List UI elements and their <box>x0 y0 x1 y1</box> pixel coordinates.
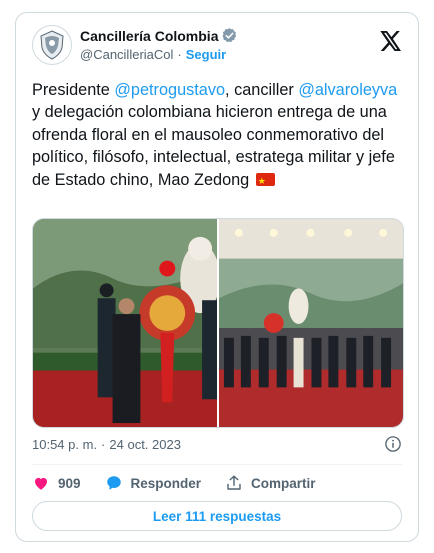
account-handle[interactable]: @CancilleriaCol <box>80 47 173 62</box>
account-name[interactable]: Cancillería Colombia <box>80 28 218 44</box>
follow-button[interactable]: Seguir <box>186 47 226 62</box>
share-button[interactable]: Compartir <box>225 474 316 492</box>
like-count: 909 <box>58 475 81 491</box>
verified-icon <box>223 28 237 43</box>
read-replies-button[interactable]: Leer 111 respuestas <box>32 501 402 531</box>
shield-avatar-icon <box>40 30 64 60</box>
mention-link[interactable]: @alvaroleyva <box>298 81 397 99</box>
tweet-date: 24 oct. 2023 <box>109 437 181 452</box>
info-icon[interactable] <box>384 435 402 453</box>
china-flag-icon <box>255 170 275 192</box>
x-logo-icon[interactable] <box>380 31 402 51</box>
tweet-timestamp[interactable]: 10:54 p. m. · 24 oct. 2023 <box>32 437 181 452</box>
tweet-text: Presidente @petrogustavo, canciller @alv… <box>32 79 404 192</box>
handle-row: @CancilleriaCol · Seguir <box>80 47 226 62</box>
reply-label: Responder <box>130 475 202 491</box>
photo-wreath-ceremony-image <box>33 219 217 427</box>
tweet-text-part: , canciller <box>225 81 299 99</box>
action-bar: 909 Responder Compartir <box>32 473 340 493</box>
tweet-text-part: y delegación colombiana hicieron entrega… <box>32 103 395 189</box>
name-row: Cancillería Colombia <box>80 27 238 44</box>
reply-bubble-icon <box>106 476 121 490</box>
tweet-card: Cancillería Colombia @CancilleriaCol · S… <box>15 12 419 542</box>
divider <box>32 464 402 465</box>
tweet-time: 10:54 p. m. <box>32 437 98 452</box>
tweet-text-part: Presidente <box>32 81 115 99</box>
separator-dot: · <box>101 437 106 452</box>
share-label: Compartir <box>251 475 316 491</box>
photo-delegation-group-image <box>219 219 403 427</box>
mention-link[interactable]: @petrogustavo <box>114 81 225 99</box>
photo-delegation-group[interactable] <box>219 219 403 427</box>
photo-wreath-ceremony[interactable] <box>33 219 217 427</box>
media-gallery <box>32 218 404 428</box>
account-avatar[interactable] <box>32 25 72 65</box>
like-button[interactable]: 909 <box>32 474 81 492</box>
separator-dot: · <box>177 47 182 62</box>
heart-icon <box>34 477 48 490</box>
share-icon <box>227 475 241 490</box>
reply-button[interactable]: Responder <box>105 474 202 492</box>
tweet-header: Cancillería Colombia @CancilleriaCol · S… <box>32 25 402 69</box>
